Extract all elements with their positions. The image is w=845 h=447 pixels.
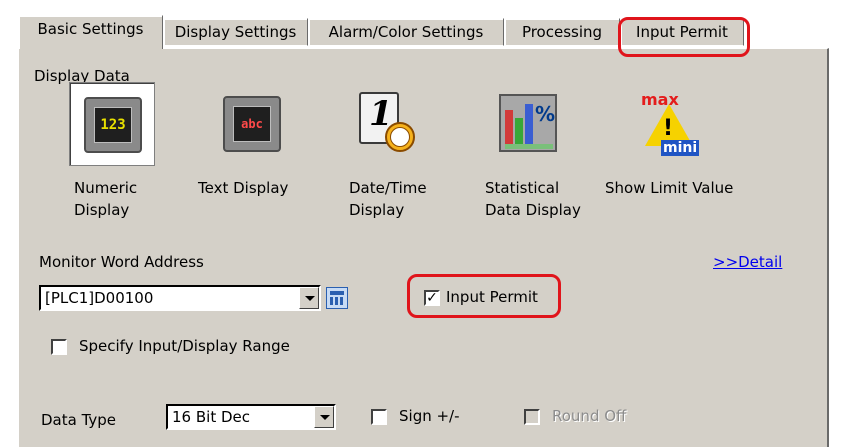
- date-time-display-icon: 1: [359, 92, 415, 156]
- text-display-label: Text Display: [198, 179, 289, 197]
- chevron-down-icon[interactable]: [299, 287, 319, 309]
- monitor-address-combo[interactable]: [PLC1]D00100: [39, 285, 321, 311]
- tab-basic-settings[interactable]: Basic Settings: [18, 15, 163, 49]
- input-permit-label: Input Permit: [446, 288, 538, 306]
- statistical-data-display-icon: %: [497, 92, 559, 156]
- data-type-combo[interactable]: 16 Bit Dec: [166, 404, 336, 430]
- round-off-label: Round Off: [552, 407, 627, 425]
- specify-range-checkbox[interactable]: [51, 339, 67, 355]
- show-limit-value-option[interactable]: max ! mini: [625, 82, 711, 166]
- date-time-display-option[interactable]: 1: [345, 82, 431, 166]
- statistical-data-display-option[interactable]: %: [485, 82, 571, 166]
- basic-settings-panel: Display Data 123 Numeric Display abc Tex…: [18, 48, 829, 447]
- data-type-label: Data Type: [41, 411, 117, 429]
- numeric-display-icon: 123: [84, 97, 142, 153]
- sign-label: Sign +/-: [399, 407, 460, 425]
- numeric-display-label-line1: Numeric: [74, 179, 138, 197]
- calculator-icon[interactable]: [326, 287, 348, 309]
- data-type-value: 16 Bit Dec: [172, 408, 250, 426]
- tab-input-permit[interactable]: Input Permit: [620, 18, 744, 46]
- monitor-address-value: [PLC1]D00100: [45, 289, 154, 307]
- show-limit-value-label: Show Limit Value: [605, 179, 734, 197]
- tab-alarm-color-settings[interactable]: Alarm/Color Settings: [308, 18, 504, 46]
- chevron-down-icon[interactable]: [314, 406, 334, 428]
- tab-processing[interactable]: Processing: [504, 18, 620, 46]
- show-limit-value-icon: max ! mini: [641, 90, 700, 156]
- detail-link[interactable]: >>Detail: [713, 253, 782, 271]
- tab-display-settings[interactable]: Display Settings: [163, 18, 308, 46]
- date-time-label-line2: Display: [349, 201, 405, 219]
- numeric-display-label-line2: Display: [74, 201, 130, 219]
- numeric-display-option[interactable]: 123: [69, 82, 155, 166]
- monitor-word-address-label: Monitor Word Address: [39, 253, 204, 271]
- statistical-label-line2: Data Display: [485, 201, 581, 219]
- input-permit-checkbox[interactable]: ✓: [424, 290, 440, 306]
- text-display-option[interactable]: abc: [209, 82, 295, 166]
- round-off-checkbox: [524, 409, 540, 425]
- text-display-icon: abc: [223, 96, 281, 152]
- sign-checkbox[interactable]: [371, 409, 387, 425]
- statistical-label-line1: Statistical: [485, 179, 560, 197]
- specify-range-label: Specify Input/Display Range: [79, 337, 290, 355]
- date-time-label-line1: Date/Time: [349, 179, 427, 197]
- parts-settings-dialog: Display Data 123 Numeric Display abc Tex…: [0, 0, 845, 447]
